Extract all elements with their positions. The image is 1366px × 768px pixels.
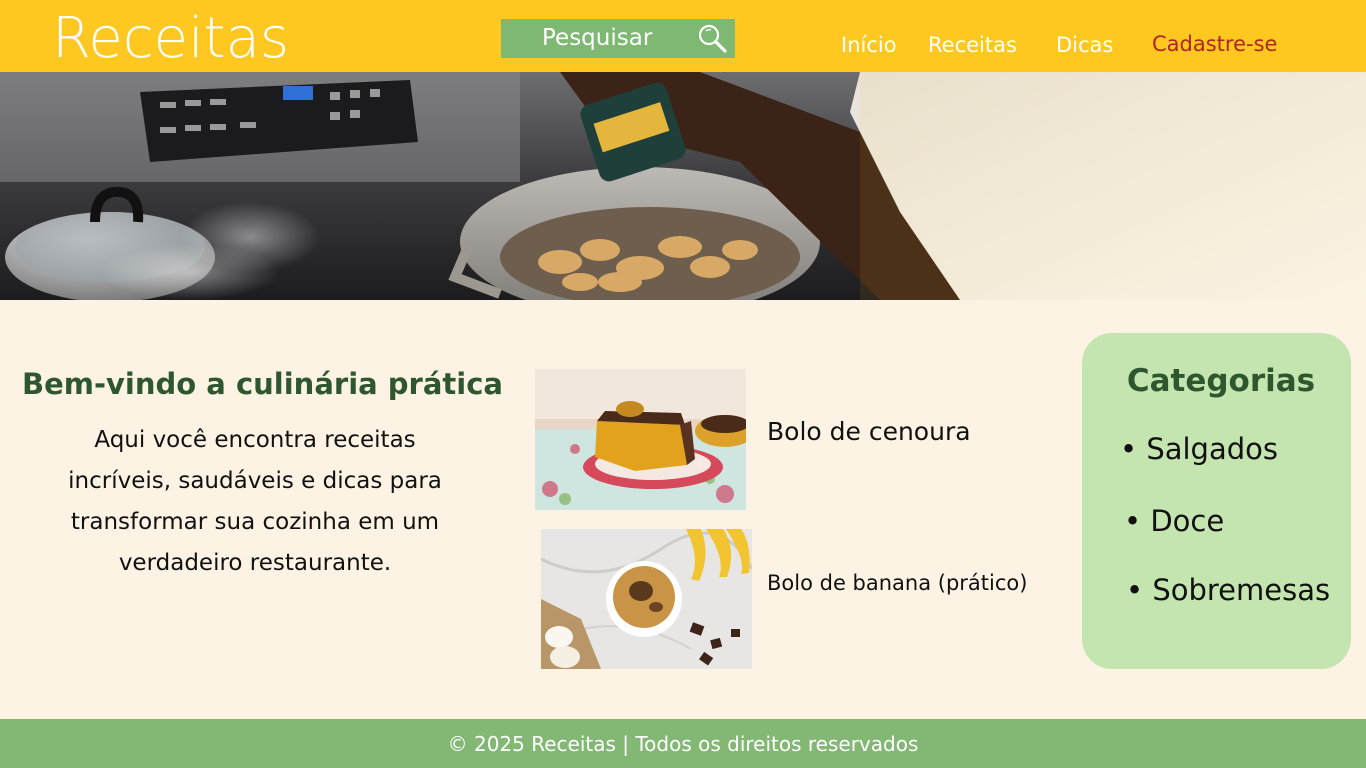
welcome-line: incríveis, saudáveis e dicas para bbox=[68, 468, 442, 494]
categories-title: Categorias bbox=[1126, 363, 1316, 399]
category-item-sobremesas[interactable]: • Sobremesas bbox=[1126, 572, 1330, 608]
recipe-link-carrot-cake[interactable]: Bolo de cenoura bbox=[767, 416, 971, 448]
nav-signup[interactable]: Cadastre-se bbox=[1152, 31, 1277, 57]
category-item-doce[interactable]: • Doce bbox=[1124, 503, 1224, 539]
recipe-link-banana-cake[interactable]: Bolo de banana (prático) bbox=[767, 569, 1027, 597]
nav-recipes[interactable]: Receitas bbox=[928, 32, 1017, 58]
cooking-scene-illustration bbox=[0, 72, 1366, 300]
footer-copyright: © 2025 Receitas | Todos os direitos rese… bbox=[447, 732, 919, 756]
category-item-salgados[interactable]: • Salgados bbox=[1120, 431, 1278, 467]
search-input[interactable]: Pesquisar bbox=[542, 23, 652, 53]
site-header: Receitas Pesquisar Início Receitas Dicas… bbox=[0, 0, 1366, 72]
hero-banner-image bbox=[0, 72, 1366, 300]
categories-panel: Categorias • Salgados • Doce • Sobremesa… bbox=[1082, 333, 1351, 669]
welcome-line: verdadeiro restaurante. bbox=[118, 550, 392, 576]
nav-tips[interactable]: Dicas bbox=[1056, 32, 1113, 58]
carrot-cake-image[interactable] bbox=[535, 369, 746, 510]
site-footer: © 2025 Receitas | Todos os direitos rese… bbox=[0, 719, 1366, 768]
magnifier-icon[interactable] bbox=[696, 23, 728, 55]
welcome-title: Bem-vindo a culinária prática bbox=[22, 367, 503, 401]
search-box[interactable]: Pesquisar bbox=[501, 19, 735, 58]
welcome-line: transformar sua cozinha em um bbox=[70, 509, 440, 535]
nav-home[interactable]: Início bbox=[841, 32, 897, 58]
banana-cake-image[interactable] bbox=[541, 529, 752, 669]
welcome-line: Aqui você encontra receitas bbox=[94, 427, 416, 453]
welcome-description: Aqui você encontra receitas incríveis, s… bbox=[30, 420, 480, 584]
site-logo[interactable]: Receitas bbox=[52, 4, 289, 74]
